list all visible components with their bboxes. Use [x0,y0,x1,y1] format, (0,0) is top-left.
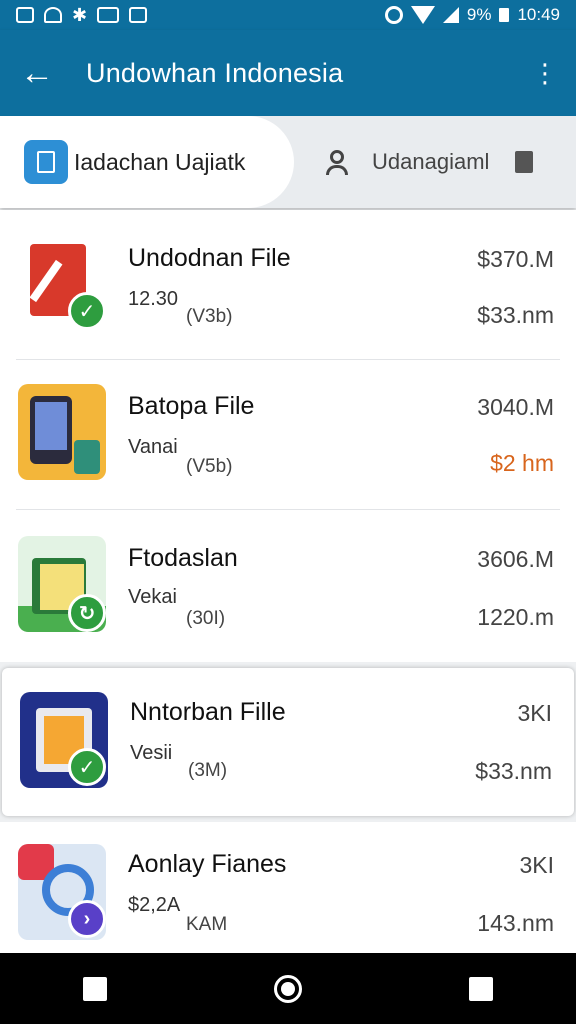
clock: 10:49 [517,5,560,24]
more-options-icon[interactable]: ⋮ [532,58,558,89]
back-arrow-icon[interactable]: ← [20,56,64,90]
tab-user[interactable]: Udanagiaml [322,116,534,208]
tab-user-label: Udanagiaml [372,149,490,174]
file-size: 3606.M [477,546,554,572]
notes-icon[interactable] [515,151,534,173]
list-item[interactable]: ↻ Ftodaslan Vekai (30I) 3606.M 1220.m [0,510,576,662]
file-version: 12.30 [128,288,179,310]
list-item[interactable]: › Aonlay Fianes $2,2A KAM 3KI 143.nm [0,822,576,953]
file-size: 3KI [519,852,554,878]
file-price: 143.nm [477,910,554,936]
file-size: 3040.M [477,394,554,420]
gallery-icon [129,7,148,23]
file-version: Vesii [130,742,173,764]
recents-icon[interactable] [83,976,108,1001]
home-icon[interactable] [273,974,302,1003]
file-size: $370.M [477,246,554,272]
file-tag: (V3b) [186,306,233,327]
battery-icon [499,8,510,22]
file-version: Vekai [128,586,177,608]
image-icon [97,7,120,23]
status-bar: ✱ 9% 10:49 [0,0,576,30]
devices-app-icon [18,384,106,480]
tab-bar: Iadachan Uajiatk Udanagiaml [0,116,576,208]
file-version: Vanai [128,436,178,458]
battery-percent: 9% [466,5,492,24]
system-nav-bar [0,953,576,1024]
file-title: Aonlay Fianes [128,850,287,878]
file-title: Undodnan File [128,244,291,272]
check-icon: ✓ [68,748,106,786]
list-item[interactable]: ✓ Nntorban Fille Vesii (3M) 3KI $33.nm [2,668,574,816]
file-price: 1220.m [477,604,554,630]
app-bar: ← Undowhan Indonesia ⋮ [0,30,576,116]
signal-icon [442,7,459,23]
person-icon [322,147,352,177]
file-tag: (30I) [186,608,226,629]
file-title: Ftodaslan [128,544,238,572]
upload-icon [44,7,62,23]
data-saver-icon [384,6,403,24]
file-tag: (V5b) [186,456,233,477]
file-version: $2,2A [128,894,181,916]
list-item[interactable]: ✓ Undodnan File 12.30 (V3b) $370.M $33.n… [0,210,576,360]
file-list: ✓ Undodnan File 12.30 (V3b) $370.M $33.n… [0,210,576,953]
file-tag: KAM [186,914,228,935]
tab-files[interactable]: Iadachan Uajiatk [0,116,294,208]
file-price: $2 hm [490,450,554,476]
redo-icon: ↻ [68,594,106,632]
usb-icon: ✱ [72,4,88,25]
file-tag: (3M) [188,760,228,781]
list-item[interactable]: Batopa File Vanai (V5b) 3040.M $2 hm [0,360,576,510]
file-price: $33.nm [475,758,552,784]
file-title: Batopa File [128,392,255,420]
file-price: $33.nm [477,302,554,328]
document-icon [24,140,68,184]
page-title: Undowhan Indonesia [86,57,344,88]
check-icon: ✓ [68,292,106,330]
file-size: 3KI [517,700,552,726]
wifi-icon [410,6,435,24]
overview-icon[interactable] [468,976,493,1001]
file-title: Nntorban Fille [130,698,286,726]
notification-icon [16,7,34,23]
tab-files-label: Iadachan Uajiatk [74,148,246,175]
forward-icon: › [68,900,106,938]
